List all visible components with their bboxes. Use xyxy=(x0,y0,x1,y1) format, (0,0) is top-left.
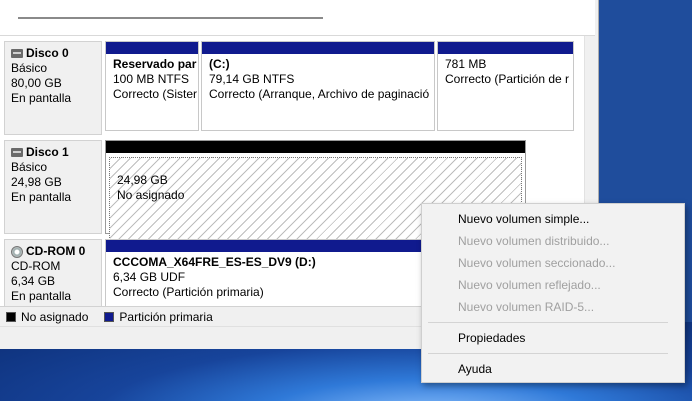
partition-c[interactable]: (C:) 79,14 GB NTFS Correcto (Arranque, A… xyxy=(201,41,435,131)
context-menu: Nuevo volumen simple... Nuevo volumen di… xyxy=(421,203,685,383)
disk-row-disco-0: Disco 0 Básico 80,00 GB En pantalla Rese… xyxy=(4,41,584,135)
legend-item-primary: Partición primaria xyxy=(104,309,213,324)
unallocated-swatch xyxy=(6,311,16,322)
menu-item-new-mirrored-volume[interactable]: Nuevo volumen reflejado... xyxy=(458,275,601,295)
cd-rom-icon xyxy=(11,245,23,258)
partition-title: Reservado par xyxy=(113,57,197,71)
disk-size: 24,98 GB xyxy=(11,175,62,189)
menu-item-new-spanned-volume[interactable]: Nuevo volumen distribuido... xyxy=(458,231,609,251)
horizontal-scrollbar[interactable] xyxy=(18,17,323,19)
disk-name: Disco 0 xyxy=(26,46,69,60)
disk-type: Básico xyxy=(11,61,48,75)
partition-reserved[interactable]: Reservado par 100 MB NTFS Correcto (Sist… xyxy=(105,41,199,131)
disk-name: Disco 1 xyxy=(26,145,69,159)
primary-partition-bar xyxy=(438,42,573,54)
hard-disk-icon xyxy=(11,49,23,58)
disk-name: CD-ROM 0 xyxy=(26,244,86,258)
hard-disk-icon xyxy=(11,148,23,157)
menu-separator xyxy=(428,353,668,354)
disk-size: 6,34 GB xyxy=(11,274,56,288)
partition-status: Correcto (Partición de r xyxy=(445,72,570,86)
menu-separator xyxy=(428,322,668,323)
partition-size: 781 MB xyxy=(445,57,487,71)
primary-swatch xyxy=(104,311,115,322)
disk-status: En pantalla xyxy=(11,190,72,204)
primary-partition-bar xyxy=(202,42,434,54)
menu-item-properties[interactable]: Propiedades xyxy=(458,328,525,348)
partition-status: Correcto (Sister xyxy=(113,87,198,101)
unallocated-status: No asignado xyxy=(117,188,185,202)
legend-label: Partición primaria xyxy=(119,309,213,324)
legend-label: No asignado xyxy=(21,309,89,324)
primary-partition-bar xyxy=(106,42,198,54)
disk-status: En pantalla xyxy=(11,91,72,105)
partition-title: (C:) xyxy=(209,57,230,71)
partition-recovery[interactable]: 781 MB Correcto (Partición de r xyxy=(437,41,574,131)
menu-item-new-striped-volume[interactable]: Nuevo volumen seccionado... xyxy=(458,253,615,273)
partition-size: 79,14 GB NTFS xyxy=(209,72,295,86)
disk-label-cdrom-0[interactable]: CD-ROM 0 CD-ROM 6,34 GB En pantalla xyxy=(4,239,102,309)
disk-type: Básico xyxy=(11,160,48,174)
menu-item-new-simple-volume[interactable]: Nuevo volumen simple... xyxy=(458,209,589,229)
disk-label-disco-1[interactable]: Disco 1 Básico 24,98 GB En pantalla xyxy=(4,140,102,234)
disk-status: En pantalla xyxy=(11,289,72,303)
disk-type: CD-ROM xyxy=(11,259,61,273)
disk-label-disco-0[interactable]: Disco 0 Básico 80,00 GB En pantalla xyxy=(4,41,102,135)
partition-status: Correcto (Arranque, Archivo de paginació xyxy=(209,87,430,101)
menu-item-new-raid5-volume[interactable]: Nuevo volumen RAID-5... xyxy=(458,297,594,317)
disk-size: 80,00 GB xyxy=(11,76,62,90)
unallocated-size: 24,98 GB xyxy=(117,173,168,187)
volume-list-pane xyxy=(0,0,595,36)
menu-item-help[interactable]: Ayuda xyxy=(458,359,492,379)
legend-item-unallocated: No asignado xyxy=(6,310,88,324)
partition-size: 100 MB NTFS xyxy=(113,72,190,86)
unallocated-bar xyxy=(106,141,525,153)
